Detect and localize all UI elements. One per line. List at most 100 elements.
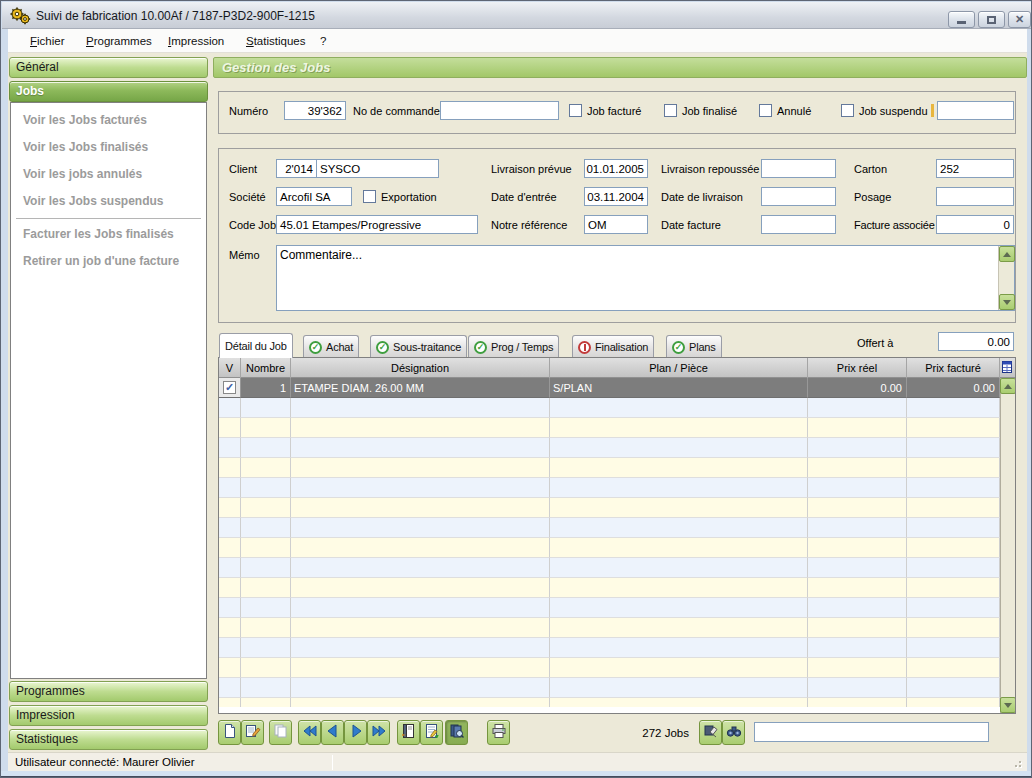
job-facture-checkbox[interactable] <box>569 104 582 117</box>
exportation-checkbox[interactable] <box>363 190 376 203</box>
commande-field[interactable] <box>440 101 559 120</box>
close-button[interactable]: ✕ <box>1008 11 1031 28</box>
table-row[interactable] <box>219 578 1000 598</box>
table-row[interactable] <box>219 658 1000 678</box>
numero-field[interactable]: 39'362 <box>284 101 346 120</box>
annule-checkbox[interactable] <box>759 104 772 117</box>
table-row[interactable] <box>219 538 1000 558</box>
column-header-v[interactable]: V <box>219 358 241 378</box>
tab-finalisation[interactable]: Finalisation <box>572 335 654 358</box>
maximize-button[interactable] <box>978 11 1005 28</box>
suspendu-field[interactable] <box>937 101 1014 120</box>
row-checkbox[interactable]: ✓ <box>223 381 236 394</box>
menu-statistiques[interactable]: Statistiques <box>240 29 311 53</box>
print-button[interactable] <box>487 720 510 745</box>
livraison-prevue-field[interactable]: 01.01.2005 <box>584 159 648 178</box>
nav-last-button[interactable] <box>367 720 390 745</box>
memo-scroll-down-icon[interactable] <box>999 294 1015 310</box>
menu-help[interactable]: ? <box>314 29 332 53</box>
table-row-selected[interactable]: ✓1ETAMPE DIAM. 26.00 MMS/PLAN0.000.00 <box>219 378 1000 398</box>
table-row[interactable] <box>219 418 1000 438</box>
client-number-field[interactable]: 2'014 <box>276 159 317 178</box>
job-suspendu-checkbox[interactable] <box>841 104 854 117</box>
livraison-repoussee-field[interactable] <box>761 159 836 178</box>
tab-achat[interactable]: ✓Achat <box>303 335 359 358</box>
sidebar-section-jobs[interactable]: Jobs <box>9 81 208 102</box>
client-name-field[interactable]: SYSCO <box>316 159 439 178</box>
job-finalise-checkbox[interactable] <box>664 104 677 117</box>
tab-sous-traitance[interactable]: ✓Sous-traitance <box>370 335 467 358</box>
column-header-prix-factur[interactable]: Prix facturé <box>907 358 1000 378</box>
quick-search-field[interactable] <box>754 722 989 742</box>
sidebar-item-voir-les-jobs-factur-s[interactable]: Voir les Jobs facturés <box>23 113 147 127</box>
sidebar-section-statistiques[interactable]: Statistiques <box>9 729 208 750</box>
sidebar-item-voir-les-jobs-suspendus[interactable]: Voir les Jobs suspendus <box>23 194 163 208</box>
clear-search-button[interactable] <box>699 720 722 745</box>
search-binoculars-button[interactable] <box>722 720 745 745</box>
column-header-prix-r-el[interactable]: Prix réel <box>808 358 907 378</box>
close-book-button[interactable] <box>397 720 420 745</box>
edit-form-button[interactable] <box>420 720 443 745</box>
copy-record-button[interactable] <box>269 720 292 745</box>
tab-d-tail-du-job[interactable]: Détail du Job <box>219 333 293 358</box>
sidebar-item-facturer-les-jobs-finalis-s[interactable]: Facturer les Jobs finalisés <box>23 227 174 241</box>
sidebar-section-impression[interactable]: Impression <box>9 705 208 726</box>
column-header-d-signation[interactable]: Désignation <box>291 358 550 378</box>
column-header-nombre[interactable]: Nombre <box>241 358 291 378</box>
carton-field[interactable]: 252 <box>936 159 1014 178</box>
table-row[interactable] <box>219 558 1000 578</box>
table-row[interactable] <box>219 598 1000 618</box>
table-row[interactable] <box>219 398 1000 418</box>
cell <box>907 518 1000 538</box>
tab-plans[interactable]: ✓Plans <box>666 335 722 358</box>
notre-reference-field[interactable]: OM <box>584 215 648 234</box>
menu-impression[interactable]: Impression <box>162 29 230 53</box>
table-row[interactable] <box>219 638 1000 658</box>
table-grid-icon[interactable] <box>1001 360 1014 375</box>
table-row[interactable] <box>219 618 1000 638</box>
societe-field[interactable]: Arcofil SA <box>276 187 352 206</box>
column-header-plan-pi-ce[interactable]: Plan / Pièce <box>550 358 808 378</box>
date-facture-field[interactable] <box>761 215 836 234</box>
edit-record-button[interactable] <box>241 720 264 745</box>
sidebar-section-programmes[interactable]: Programmes <box>9 681 208 702</box>
table-row[interactable] <box>219 458 1000 478</box>
cell <box>907 578 1000 598</box>
menu-fichier[interactable]: Fichier <box>24 29 71 53</box>
table-row[interactable] <box>219 678 1000 698</box>
menu-programmes[interactable]: Programmes <box>80 29 158 53</box>
table-scroll-up-icon[interactable] <box>1000 378 1016 394</box>
memo-field[interactable]: Commentaire... <box>276 245 1015 311</box>
table-row[interactable] <box>219 518 1000 538</box>
memo-scroll-up-icon[interactable] <box>999 246 1015 262</box>
nav-prev-button[interactable] <box>321 720 344 745</box>
table-scrollbar[interactable] <box>1000 378 1015 713</box>
date-entree-field[interactable]: 03.11.2004 <box>584 187 648 206</box>
sidebar-item-voir-les-jobs-annul-s[interactable]: Voir les jobs annulés <box>23 167 142 181</box>
posage-field[interactable] <box>936 187 1014 206</box>
sidebar-item-retirer-un-job-d-une-facture[interactable]: Retirer un job d'une facture <box>23 254 179 268</box>
cell <box>808 498 907 518</box>
sidebar-section-general[interactable]: Général <box>9 57 208 78</box>
cell <box>291 598 550 618</box>
table-row[interactable] <box>219 478 1000 498</box>
offert-field[interactable]: 0.00 <box>938 332 1014 351</box>
date-livraison-field[interactable] <box>761 187 836 206</box>
table-row[interactable] <box>219 498 1000 518</box>
new-record-button[interactable] <box>218 720 241 745</box>
memo-scrollbar[interactable] <box>998 246 1014 310</box>
table-scroll-down-icon[interactable] <box>1000 697 1016 713</box>
tab-prog-temps[interactable]: ✓Prog / Temps <box>468 335 559 358</box>
resize-grip[interactable] <box>1011 757 1023 769</box>
sidebar-item-voir-les-jobs-finalis-s[interactable]: Voir les Jobs finalisés <box>23 140 148 154</box>
nav-next-button[interactable] <box>344 720 367 745</box>
cell <box>241 598 291 618</box>
table-row[interactable] <box>219 698 1000 707</box>
cell <box>550 458 808 478</box>
facture-associee-field[interactable]: 0 <box>936 215 1014 234</box>
minimize-button[interactable] <box>948 11 975 28</box>
codejob-field[interactable]: 45.01 Etampes/Progressive <box>276 215 478 234</box>
browse-records-button[interactable] <box>445 720 468 745</box>
table-row[interactable] <box>219 438 1000 458</box>
nav-first-button[interactable] <box>298 720 321 745</box>
